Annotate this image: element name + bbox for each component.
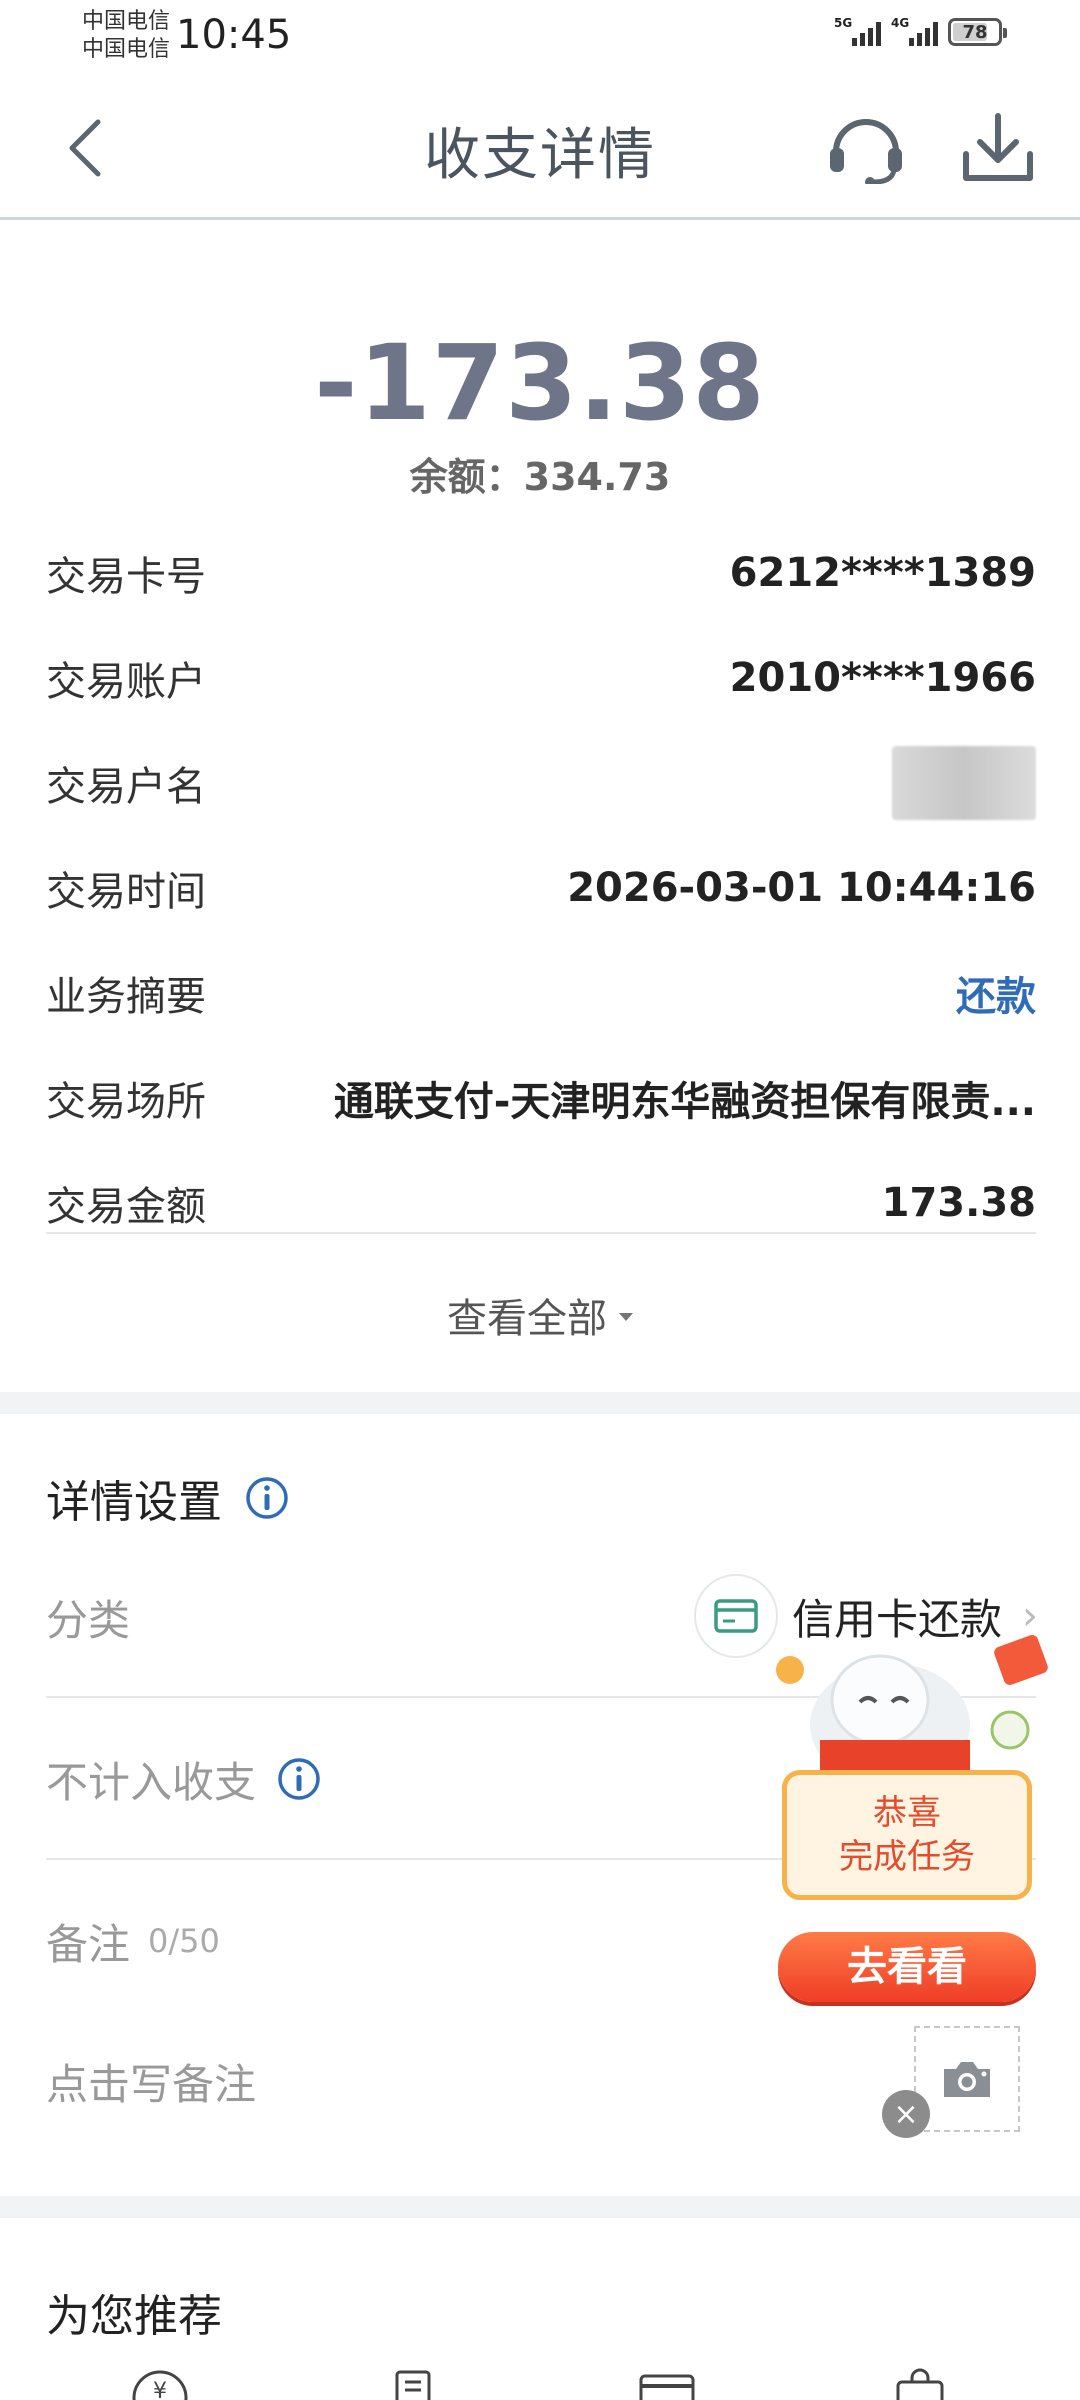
settings-title-text: 详情设置 xyxy=(46,1477,222,1528)
carrier-1: 中国电信 xyxy=(82,9,171,34)
view-all-label: 查看全部 xyxy=(447,1296,607,1342)
detail-label: 交易户名 xyxy=(46,763,206,810)
promo-card: 恭喜 完成任务 xyxy=(782,1770,1032,1900)
view-all-button[interactable]: 查看全部 xyxy=(0,1286,1080,1344)
svg-text:¥: ¥ xyxy=(153,2379,167,2400)
status-time: 10:45 xyxy=(176,12,292,58)
camera-icon xyxy=(944,2062,990,2097)
note-label: 备注 xyxy=(46,1919,131,1969)
exclude-label: 不计入收支 xyxy=(46,1757,257,1807)
detail-value: 2026-03-01 10:44:16 xyxy=(567,864,1036,911)
close-icon[interactable]: × xyxy=(882,2090,930,2138)
bag-icon[interactable] xyxy=(890,2368,950,2400)
download-icon xyxy=(963,113,1033,181)
info-icon[interactable] xyxy=(244,1475,290,1521)
detail-row-summary: 业务摘要 还款 xyxy=(46,940,1036,1045)
note-counter: 0/50 xyxy=(148,1922,220,1960)
detail-label: 交易时间 xyxy=(46,868,206,915)
battery-icon: 78 xyxy=(948,18,1007,46)
carrier-2: 中国电信 xyxy=(82,37,171,62)
detail-value: 2010****1966 xyxy=(729,654,1036,701)
detail-row-amount: 交易金额 173.38 xyxy=(46,1150,1036,1255)
recommend-title: 为您推荐 xyxy=(46,2291,222,2342)
summary-link[interactable]: 还款 xyxy=(956,964,1036,1022)
status-bar: 中国电信 中国电信 10:45 5G 4G 78 xyxy=(0,0,1080,72)
detail-row-account-name: 交易户名 xyxy=(46,730,1036,835)
category-label: 分类 xyxy=(46,1595,131,1645)
mascot-icon xyxy=(776,1635,1048,1787)
promo-widget[interactable]: 恭喜 完成任务 去看看 xyxy=(760,1635,1060,2020)
balance: 余额：334.73 xyxy=(409,455,671,499)
detail-row-merchant: 交易场所 通联支付-天津明东华融资担保有限责... xyxy=(46,1045,1036,1150)
card-icon[interactable] xyxy=(637,2368,697,2400)
detail-value: 173.38 xyxy=(881,1179,1036,1226)
divider xyxy=(46,1232,1036,1234)
detail-row-card-number: 交易卡号 6212****1389 xyxy=(46,520,1036,625)
transaction-amount: -173.38 xyxy=(314,322,766,444)
promo-go-button[interactable]: 去看看 xyxy=(778,1932,1036,2002)
customer-service-button[interactable] xyxy=(826,112,906,187)
detail-label: 业务摘要 xyxy=(46,973,206,1020)
detail-value: 6212****1389 xyxy=(729,549,1036,596)
status-indicators: 5G 4G 78 xyxy=(834,16,1007,46)
battery-level: 78 xyxy=(962,21,988,43)
detail-value: 通联支付-天津明东华融资担保有限责... xyxy=(333,1078,1036,1125)
signal-4g-icon: 4G xyxy=(891,16,938,46)
recommend-icons: ¥ xyxy=(130,2368,950,2400)
promo-line-1: 恭喜 xyxy=(873,1793,941,1833)
info-icon[interactable] xyxy=(276,1756,322,1802)
top-bar: 收支详情 xyxy=(0,72,1080,220)
caret-down-icon xyxy=(619,1313,633,1321)
yuan-coin-icon[interactable]: ¥ xyxy=(130,2368,190,2400)
detail-row-time: 交易时间 2026-03-01 10:44:16 xyxy=(46,835,1036,940)
detail-list: 交易卡号 6212****1389 交易账户 2010****1966 交易户名… xyxy=(46,520,1036,1255)
headset-icon xyxy=(830,119,902,187)
carrier-info: 中国电信 中国电信 xyxy=(82,8,170,64)
section-gap xyxy=(0,2196,1080,2218)
promo-line-2: 完成任务 xyxy=(839,1837,975,1877)
document-icon[interactable] xyxy=(383,2368,443,2400)
redacted-name xyxy=(892,745,1036,820)
detail-label: 交易金额 xyxy=(46,1183,206,1230)
detail-label: 交易卡号 xyxy=(46,553,206,600)
detail-label: 交易账户 xyxy=(46,658,206,705)
note-placeholder: 点击写备注 xyxy=(46,2059,257,2109)
settings-title: 详情设置 xyxy=(46,1466,290,1530)
page-title: 收支详情 xyxy=(424,123,656,188)
section-gap xyxy=(0,1392,1080,1414)
signal-5g-icon: 5G xyxy=(834,16,881,46)
detail-label: 交易场所 xyxy=(46,1078,206,1125)
download-button[interactable] xyxy=(958,108,1038,188)
detail-row-account: 交易账户 2010****1966 xyxy=(46,625,1036,730)
